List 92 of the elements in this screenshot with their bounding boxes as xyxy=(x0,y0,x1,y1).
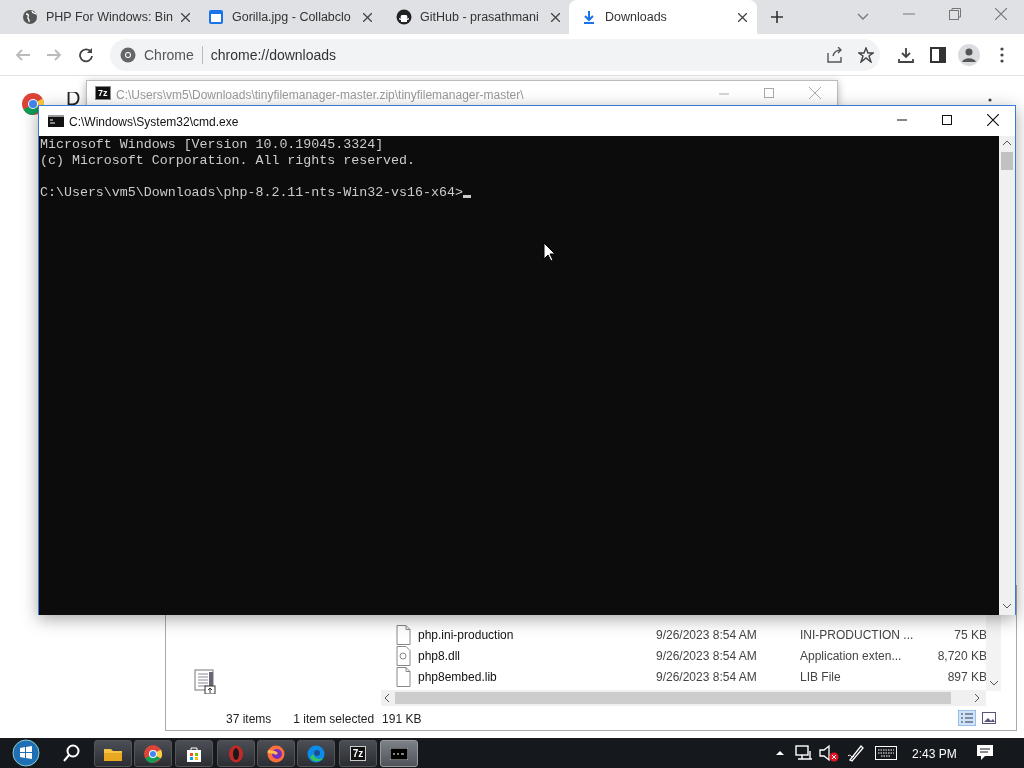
close-icon[interactable] xyxy=(363,12,372,22)
browser-tab[interactable]: GitHub - prasathmani xyxy=(384,0,570,34)
restore-icon[interactable] xyxy=(949,8,961,20)
text-cursor xyxy=(462,195,471,198)
more-icon[interactable] xyxy=(988,98,992,104)
new-tab-icon[interactable] xyxy=(770,10,784,24)
close-icon[interactable] xyxy=(551,12,560,22)
side-panel-icon[interactable] xyxy=(930,47,946,63)
file-size: 897 KB xyxy=(946,668,987,686)
github-icon xyxy=(396,9,412,25)
address-bar[interactable]: Chrome chrome://downloads xyxy=(110,39,880,71)
file-name[interactable]: php.ini-production xyxy=(418,625,656,644)
console-icon xyxy=(390,747,408,760)
mouse-pointer-icon xyxy=(543,242,555,262)
edge-icon xyxy=(307,744,325,763)
file-icon[interactable] xyxy=(396,666,411,687)
details-pane-icon xyxy=(194,668,216,694)
page-heading: D xyxy=(66,92,81,105)
console-icon xyxy=(48,115,64,127)
file-name[interactable]: php8embed.lib xyxy=(418,667,656,686)
command-prompt: C:\Users\vm5\Downloads\php-8.2.11-nts-Win32-vs16-x64> xyxy=(40,185,463,201)
maximize-icon[interactable] xyxy=(942,115,952,125)
scroll-thumb[interactable] xyxy=(1001,152,1013,170)
site-label: Chrome xyxy=(144,45,194,65)
modified-date: 9/26/2023 8:54 AM xyxy=(656,626,758,644)
file-type: INI-PRODUCTION ... xyxy=(800,626,915,644)
scroll-down-icon[interactable] xyxy=(990,681,998,686)
firefox-icon xyxy=(267,744,285,763)
console-output: Microsoft Windows [Version 10.0.19045.3324] xyxy=(40,137,384,153)
scroll-right-icon[interactable] xyxy=(975,694,980,702)
chrome-icon xyxy=(120,47,136,63)
caret-icon[interactable] xyxy=(776,750,784,756)
ring-icon xyxy=(228,744,244,763)
tab-search-icon[interactable] xyxy=(857,13,869,21)
taskbar-app-button[interactable] xyxy=(134,740,172,767)
share-icon[interactable] xyxy=(826,47,844,63)
star-icon[interactable] xyxy=(858,47,874,63)
scroll-down-icon[interactable] xyxy=(1003,604,1011,609)
menu-icon[interactable] xyxy=(1000,47,1004,63)
download-icon[interactable] xyxy=(898,47,914,63)
file-type: LIB File xyxy=(800,668,842,686)
clock[interactable]: 2:43 PM xyxy=(912,745,957,763)
download-icon xyxy=(581,9,597,25)
search-icon[interactable] xyxy=(63,744,81,762)
file-name[interactable]: php8.dll xyxy=(418,646,656,665)
selection-status: 1 item selected xyxy=(293,711,375,728)
pen-icon[interactable] xyxy=(847,744,865,762)
item-count: 37 items xyxy=(226,711,272,728)
close-icon[interactable] xyxy=(987,114,999,126)
modified-date: 9/26/2023 8:54 AM xyxy=(656,668,758,686)
globe-icon xyxy=(22,9,38,25)
reload-icon[interactable] xyxy=(78,47,94,63)
keyboard-icon[interactable] xyxy=(875,746,897,760)
file-size: 75 KB xyxy=(953,626,987,644)
file-type: Application exten... xyxy=(800,647,903,665)
vertical-scrollbar[interactable] xyxy=(999,136,1015,615)
chrome-icon xyxy=(144,744,162,763)
modified-date: 9/26/2023 8:54 AM xyxy=(656,647,758,665)
thumbnail-view-icon[interactable] xyxy=(982,712,996,724)
url-text: chrome://downloads xyxy=(210,45,337,65)
file-icon[interactable] xyxy=(396,624,411,645)
selection-size: 191 KB xyxy=(382,711,422,728)
browser-tab[interactable]: PHP For Windows: Bin xyxy=(10,0,196,34)
shopping-bag-icon xyxy=(186,745,202,762)
scroll-left-icon[interactable] xyxy=(385,694,390,702)
app-icon: 7z xyxy=(95,86,111,100)
details-view-icon[interactable] xyxy=(958,710,976,726)
browser-tab[interactable]: Downloads xyxy=(569,0,757,34)
taskbar-app-button[interactable] xyxy=(380,740,418,767)
taskbar-app-button[interactable] xyxy=(94,740,132,767)
taskbar-app-button[interactable] xyxy=(297,740,335,767)
horizontal-scrollbar[interactable] xyxy=(381,690,986,706)
gear-file-icon[interactable] xyxy=(396,645,411,666)
close-icon[interactable] xyxy=(180,12,190,22)
start-icon[interactable] xyxy=(12,739,40,767)
network-icon[interactable] xyxy=(795,745,813,761)
console-output: (c) Microsoft Corporation. All rights reserved. xyxy=(40,153,416,169)
app-icon: 7z xyxy=(349,746,367,761)
profile-icon[interactable] xyxy=(958,44,980,66)
muted-speaker-icon[interactable] xyxy=(819,744,839,762)
close-icon[interactable] xyxy=(738,12,747,22)
taskbar-app-button[interactable] xyxy=(257,740,295,767)
notification-icon[interactable] xyxy=(977,745,993,761)
document-icon xyxy=(208,9,224,25)
browser-tab[interactable]: Gorilla.jpg - Collabclo xyxy=(196,0,382,34)
file-size: 8,720 KB xyxy=(936,647,987,665)
taskbar-app-button[interactable]: 7z xyxy=(339,740,377,767)
window-title: C:\Users\vm5\Downloads\tinyfilemanager-master.zip\tinyfilemanager-master\ xyxy=(116,87,524,104)
taskbar-app-button[interactable] xyxy=(175,740,213,767)
scroll-up-icon[interactable] xyxy=(1003,141,1011,146)
window-title: C:\Windows\System32\cmd.exe xyxy=(69,114,239,131)
folder-icon xyxy=(104,746,122,761)
